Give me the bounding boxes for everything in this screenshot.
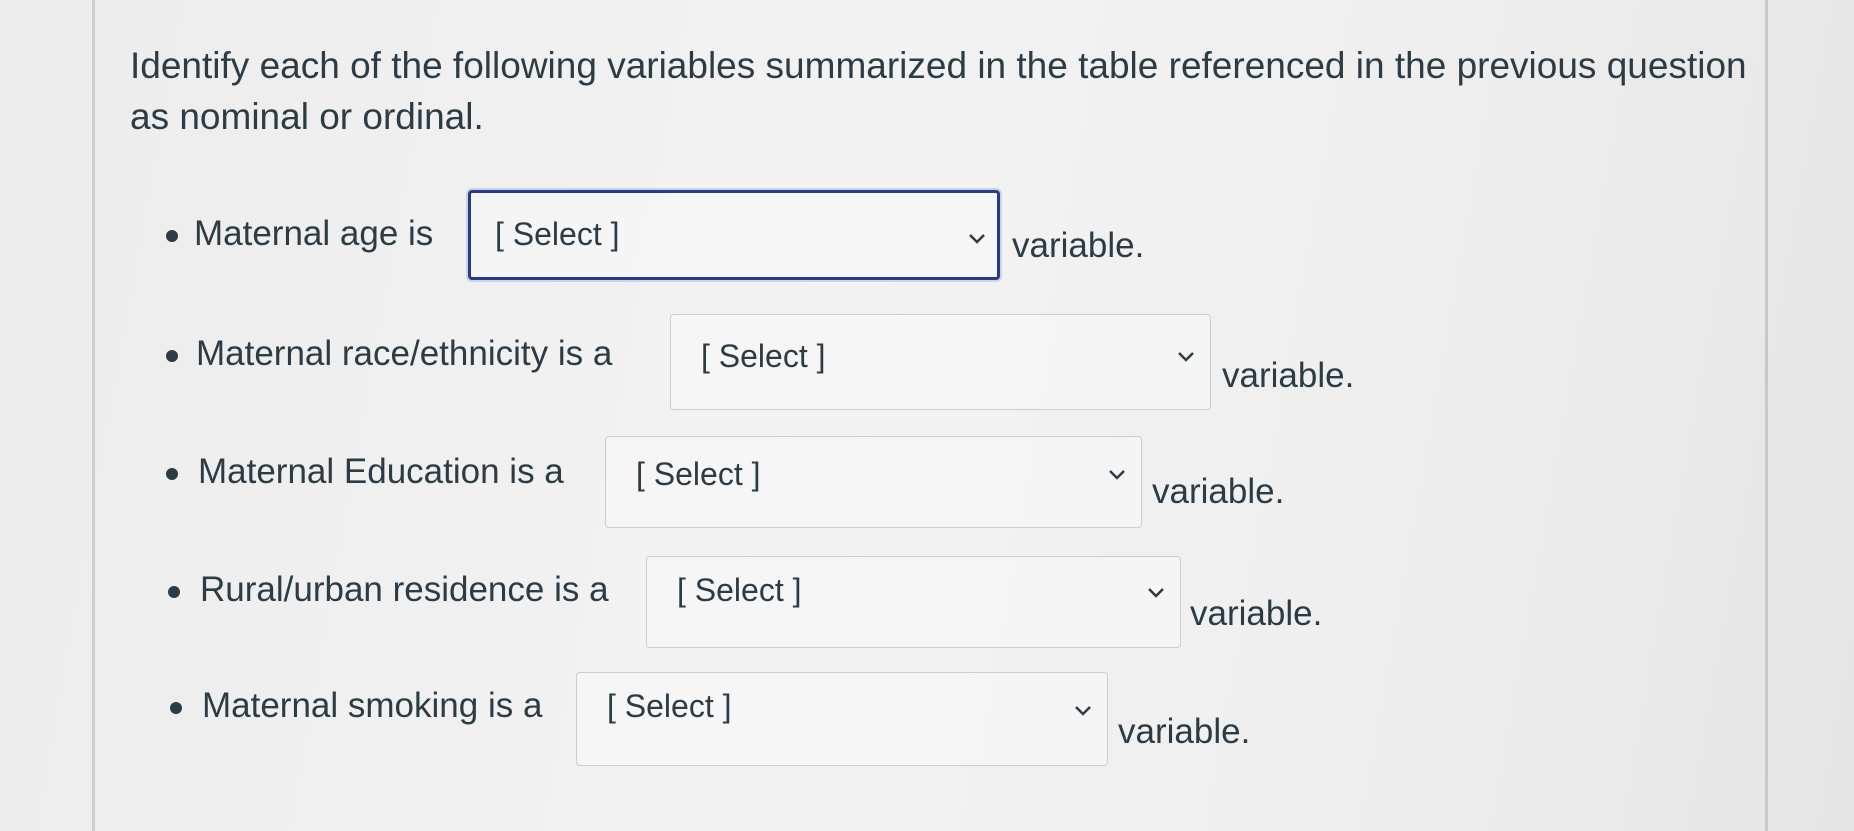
- question-prompt: Identify each of the following variables…: [130, 45, 1747, 137]
- list-item: Maternal age is [ Select ] variable.: [0, 190, 1854, 280]
- item-suffix: variable.: [1190, 594, 1323, 633]
- item-label: Maternal age is: [194, 214, 434, 253]
- chevron-down-icon: [967, 231, 987, 247]
- select-maternal-race-ethnicity[interactable]: [ Select ]: [670, 314, 1211, 410]
- select-value: [ Select ]: [495, 216, 620, 252]
- chevron-down-icon: [1176, 349, 1196, 365]
- item-suffix: variable.: [1222, 356, 1355, 395]
- item-label: Maternal race/ethnicity is a: [196, 334, 613, 373]
- select-maternal-smoking[interactable]: [ Select ]: [576, 672, 1108, 766]
- select-value: [ Select ]: [607, 688, 732, 724]
- chevron-down-icon: [1146, 585, 1166, 601]
- item-suffix: variable.: [1118, 712, 1251, 751]
- bullet-icon: [166, 230, 178, 242]
- select-rural-urban-residence[interactable]: [ Select ]: [646, 556, 1181, 648]
- select-maternal-age[interactable]: [ Select ]: [468, 190, 1000, 280]
- item-suffix: variable.: [1152, 472, 1285, 511]
- item-label: Maternal Education is a: [198, 452, 564, 491]
- list-item: Maternal race/ethnicity is a [ Select ] …: [0, 312, 1854, 410]
- list-item: Maternal Education is a [ Select ] varia…: [0, 432, 1854, 528]
- select-maternal-education[interactable]: [ Select ]: [605, 436, 1142, 528]
- chevron-down-icon: [1107, 467, 1127, 483]
- select-value: [ Select ]: [677, 572, 802, 608]
- select-value: [ Select ]: [636, 456, 761, 492]
- item-suffix: variable.: [1012, 226, 1145, 265]
- bullet-icon: [170, 702, 182, 714]
- list-item: Maternal smoking is a [ Select ] variabl…: [0, 670, 1854, 766]
- select-value: [ Select ]: [701, 338, 826, 374]
- item-label: Rural/urban residence is a: [200, 570, 609, 609]
- list-item: Rural/urban residence is a [ Select ] va…: [0, 552, 1854, 648]
- chevron-down-icon: [1073, 703, 1093, 719]
- bullet-icon: [166, 350, 178, 362]
- bullet-icon: [166, 468, 178, 480]
- bullet-icon: [168, 586, 180, 598]
- item-label: Maternal smoking is a: [202, 686, 543, 725]
